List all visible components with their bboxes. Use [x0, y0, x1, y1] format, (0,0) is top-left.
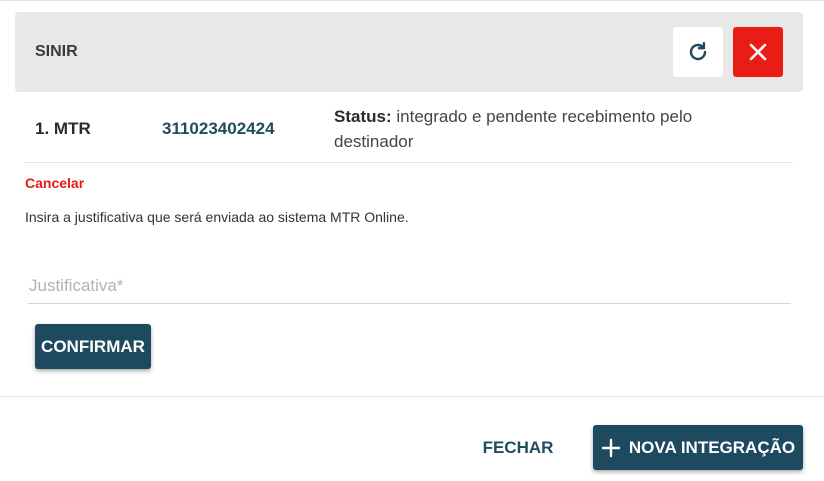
mtr-status: Status: integrado e pendente recebimento… — [334, 104, 734, 154]
status-label: Status: — [334, 107, 392, 126]
footer-divider — [0, 396, 824, 397]
mtr-number: 311023402424 — [162, 119, 275, 138]
plus-icon — [601, 438, 621, 458]
cancel-link[interactable]: Cancelar — [25, 175, 84, 191]
row-divider — [25, 162, 793, 163]
new-integration-button[interactable]: NOVA INTEGRAÇÃO — [593, 425, 803, 470]
confirm-button[interactable]: CONFIRMAR — [35, 324, 151, 369]
refresh-icon — [689, 42, 707, 61]
header-title: SINIR — [35, 43, 78, 60]
integration-header: SINIR — [15, 12, 803, 92]
close-button[interactable] — [733, 27, 783, 77]
mtr-label: 1. MTR — [35, 119, 91, 138]
close-icon — [749, 43, 767, 61]
refresh-button[interactable] — [673, 27, 723, 77]
top-divider — [0, 0, 824, 1]
fechar-button[interactable]: FECHAR — [470, 425, 566, 470]
mtr-row: 1. MTR 311023402424 Status: integrado e … — [35, 104, 793, 162]
new-integration-label: NOVA INTEGRAÇÃO — [628, 437, 796, 457]
justification-input[interactable] — [28, 268, 791, 304]
justification-hint: Insira a justificativa que será enviada … — [25, 209, 409, 225]
